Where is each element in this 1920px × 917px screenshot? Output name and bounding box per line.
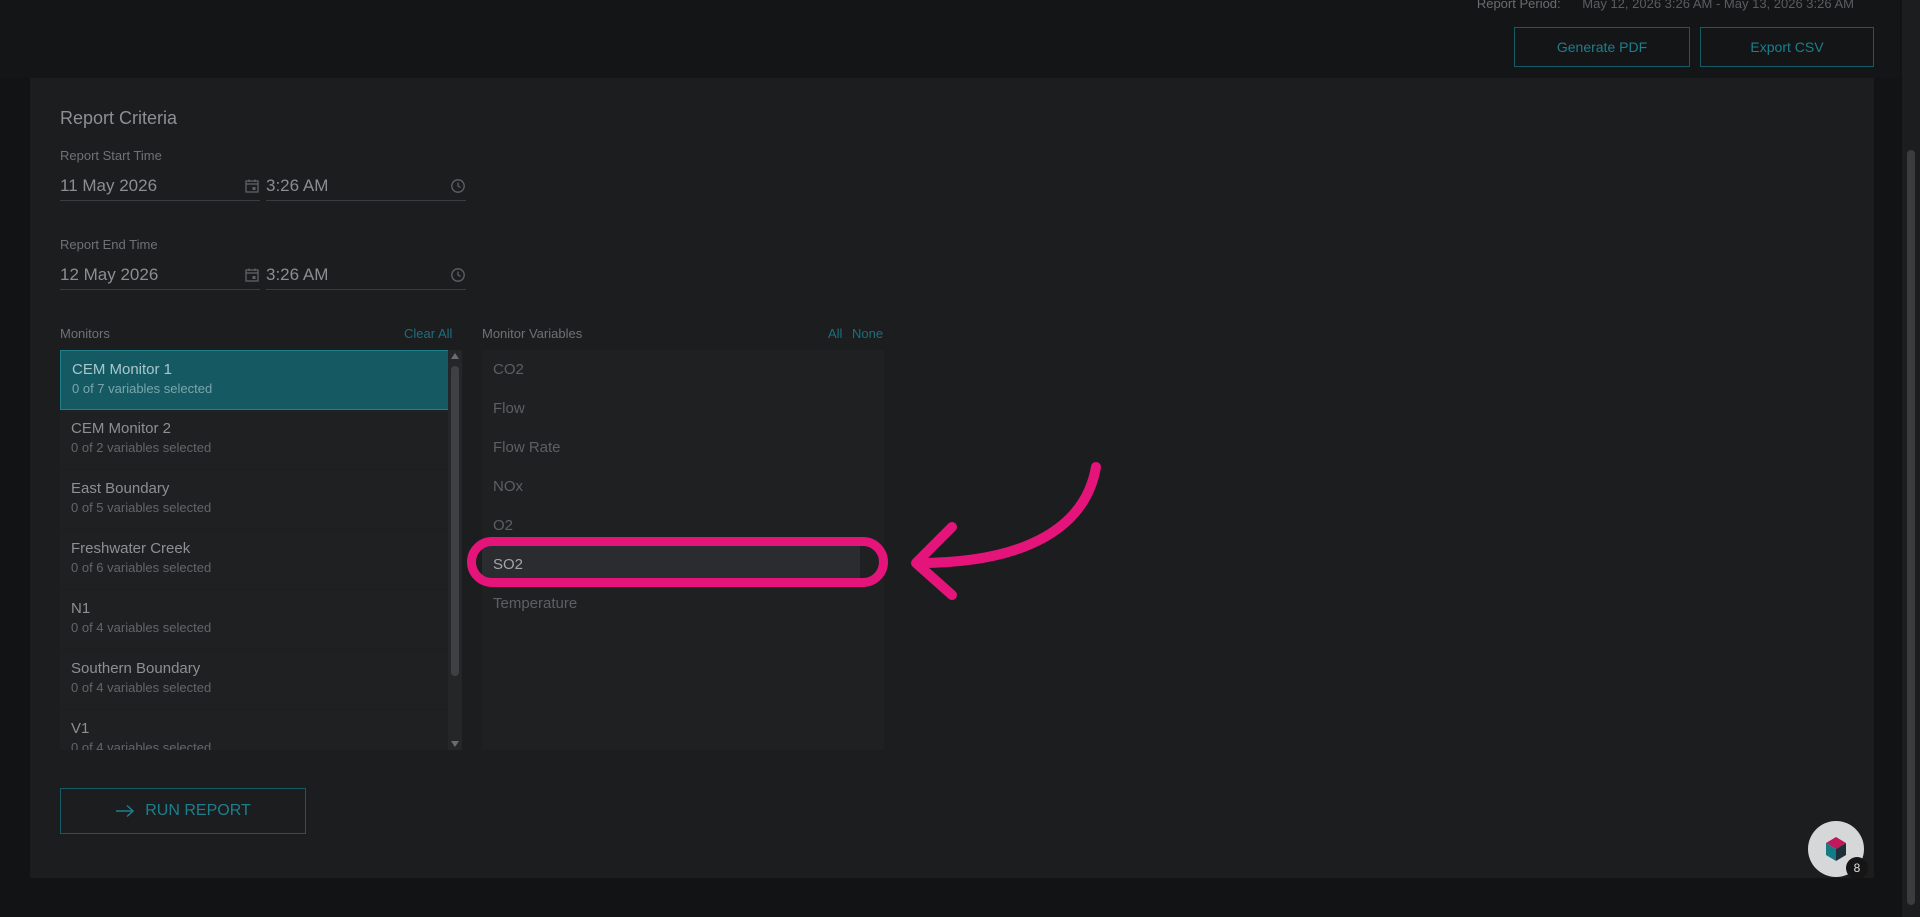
- select-none-link[interactable]: None: [852, 326, 883, 341]
- monitor-variable-count: 0 of 2 variables selected: [71, 440, 212, 455]
- monitor-name: CEM Monitor 2: [71, 420, 172, 437]
- variable-item-temperature[interactable]: Temperature: [482, 584, 884, 623]
- start-time-label: Report Start Time: [60, 148, 162, 163]
- end-time-label: Report End Time: [60, 237, 158, 252]
- monitor-item-cem-monitor-1[interactable]: CEM Monitor 1 0 of 7 variables selected: [60, 350, 450, 410]
- section-title: Report Criteria: [60, 108, 178, 128]
- monitor-variable-count: 0 of 6 variables selected: [71, 560, 212, 575]
- report-period-value: May 12, 2026 3:26 AM - May 13, 2026 3:26…: [1582, 0, 1854, 11]
- scroll-down-icon[interactable]: [451, 741, 459, 747]
- scroll-thumb[interactable]: [451, 366, 459, 676]
- run-report-button[interactable]: RUN REPORT: [60, 788, 306, 834]
- end-time-value: 3:26 AM: [266, 264, 329, 284]
- monitor-name: Freshwater Creek: [71, 540, 191, 557]
- clear-all-link[interactable]: Clear All: [404, 326, 452, 341]
- monitor-item-east-boundary[interactable]: East Boundary 0 of 5 variables selected: [60, 470, 450, 530]
- start-date-value: 11 May 2026: [60, 175, 158, 195]
- monitor-name: East Boundary: [71, 480, 170, 497]
- end-date-value: 12 May 2026: [60, 264, 159, 284]
- help-widget-button[interactable]: 8: [1808, 821, 1868, 879]
- run-report-label: RUN REPORT: [145, 802, 251, 819]
- end-time-input[interactable]: 3:26 AM: [266, 260, 466, 290]
- variable-item-co2[interactable]: CO2: [482, 350, 884, 389]
- clock-icon[interactable]: [450, 267, 466, 283]
- end-date-input[interactable]: 12 May 2026: [60, 260, 260, 290]
- variable-item-flow[interactable]: Flow: [482, 389, 884, 428]
- calendar-icon[interactable]: [244, 178, 260, 194]
- arrow-right-icon: [116, 804, 135, 818]
- variable-item-so2[interactable]: SO2: [482, 545, 860, 584]
- monitor-item-southern-boundary[interactable]: Southern Boundary 0 of 4 variables selec…: [60, 650, 450, 710]
- monitor-name: Southern Boundary: [71, 660, 201, 677]
- notification-badge: 8: [1846, 857, 1868, 879]
- start-time-input[interactable]: 3:26 AM: [266, 171, 466, 201]
- monitor-name: V1: [71, 720, 90, 737]
- variables-list[interactable]: CO2 Flow Flow Rate NOx O2 SO2 Temperatur…: [482, 350, 884, 750]
- monitor-item-n1[interactable]: N1 0 of 4 variables selected: [60, 590, 450, 650]
- monitor-variable-count: 0 of 7 variables selected: [72, 381, 213, 396]
- monitor-variable-count: 0 of 4 variables selected: [71, 740, 212, 750]
- annotation-arrow-icon: [911, 462, 1101, 600]
- monitor-name: N1: [71, 600, 91, 617]
- variable-item-nox[interactable]: NOx: [482, 467, 884, 506]
- variable-item-flow-rate[interactable]: Flow Rate: [482, 428, 884, 467]
- monitor-item-freshwater-creek[interactable]: Freshwater Creek 0 of 6 variables select…: [60, 530, 450, 590]
- variable-item-o2[interactable]: O2: [482, 506, 884, 545]
- monitors-list[interactable]: CEM Monitor 1 0 of 7 variables selected …: [60, 350, 450, 750]
- monitor-variable-count: 0 of 5 variables selected: [71, 500, 212, 515]
- start-date-input[interactable]: 11 May 2026: [60, 171, 260, 201]
- monitor-item-v1[interactable]: V1 0 of 4 variables selected: [60, 710, 450, 750]
- monitor-name: CEM Monitor 1: [72, 361, 173, 378]
- monitor-variable-count: 0 of 4 variables selected: [71, 680, 212, 695]
- scroll-up-icon[interactable]: [451, 353, 459, 359]
- monitor-variable-count: 0 of 4 variables selected: [71, 620, 212, 635]
- page-scrollbar[interactable]: [1902, 0, 1920, 917]
- monitor-variables-header: Monitor Variables: [482, 326, 583, 341]
- logo-icon: [1826, 837, 1846, 861]
- select-all-link[interactable]: All: [828, 326, 842, 341]
- clock-icon[interactable]: [450, 178, 466, 194]
- monitors-header: Monitors: [60, 326, 110, 341]
- report-period: Report Period: May 12, 2026 3:26 AM - Ma…: [1477, 0, 1854, 11]
- start-time-value: 3:26 AM: [266, 175, 329, 195]
- top-bar: Report Period: May 12, 2026 3:26 AM - Ma…: [0, 0, 1900, 78]
- report-period-label: Report Period:: [1476, 0, 1561, 11]
- monitors-scrollbar[interactable]: [448, 350, 462, 750]
- calendar-icon[interactable]: [244, 267, 260, 283]
- generate-pdf-button[interactable]: Generate PDF: [1514, 27, 1690, 67]
- export-csv-button[interactable]: Export CSV: [1700, 27, 1874, 67]
- page-scroll-thumb[interactable]: [1907, 150, 1915, 905]
- monitor-item-cem-monitor-2[interactable]: CEM Monitor 2 0 of 2 variables selected: [60, 410, 450, 470]
